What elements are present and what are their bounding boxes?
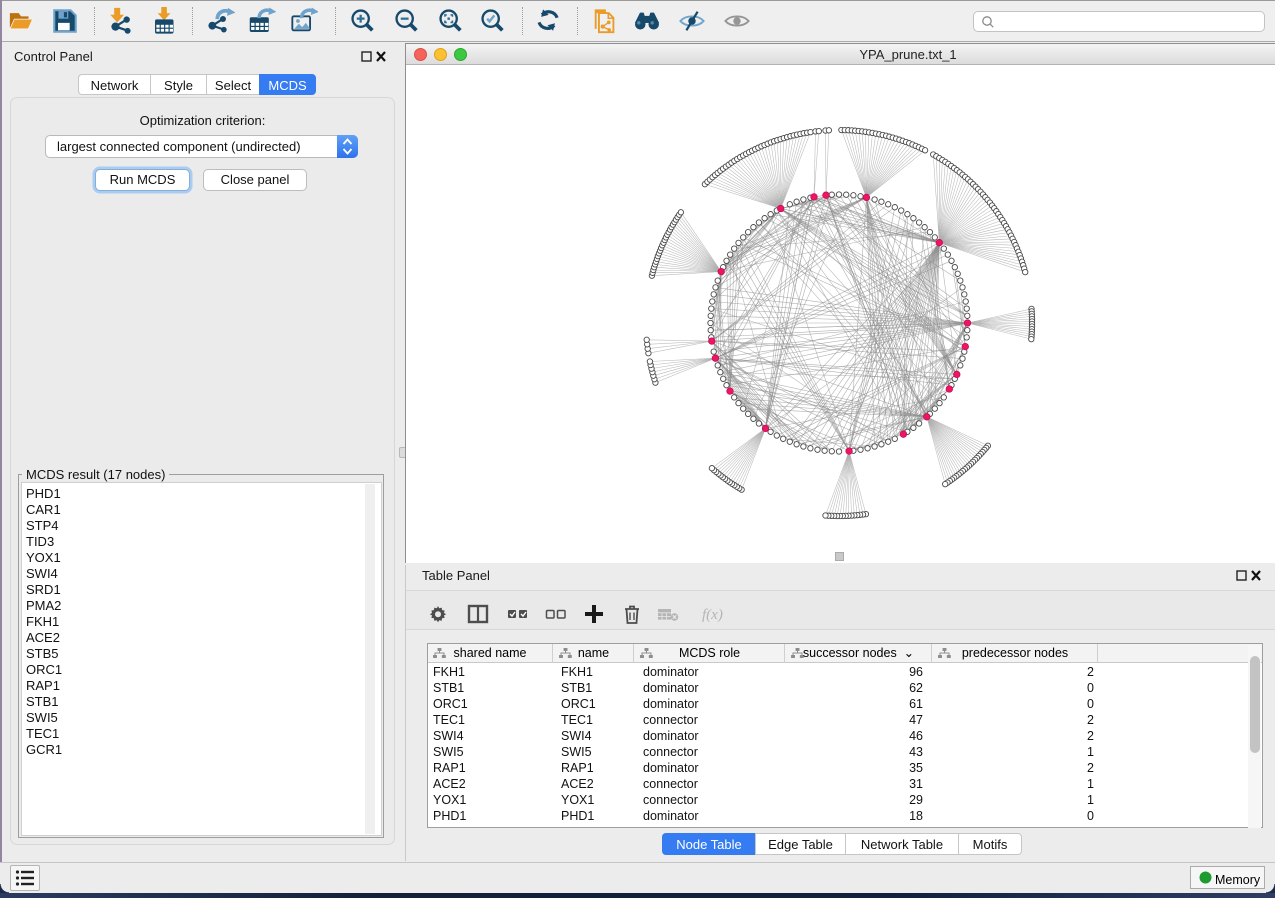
svg-text:f(x): f(x): [702, 607, 723, 623]
